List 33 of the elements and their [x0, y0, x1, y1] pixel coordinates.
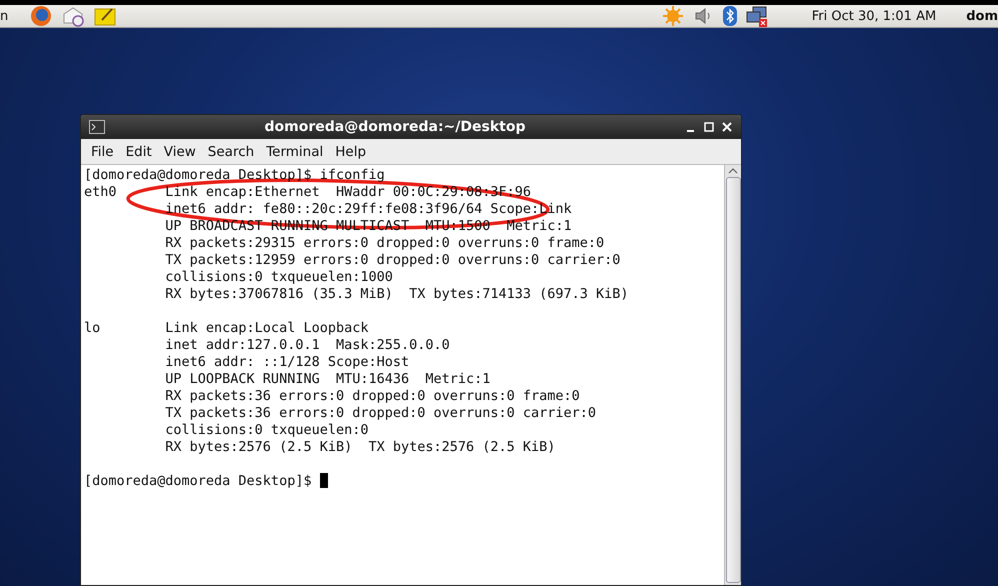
terminal-line: UP LOOPBACK RUNNING MTU:16436 Metric:1 — [164, 371, 492, 388]
menu-item[interactable]: Search — [202, 144, 260, 160]
terminal-line: inet addr:127.0.0.1 Mask:255.0.0.0 — [164, 337, 451, 354]
scrollbar[interactable] — [724, 165, 741, 585]
terminal-line: lo Link encap:Local Loopback — [84, 320, 370, 337]
terminal-line: RX packets:36 errors:0 dropped:0 overruns:0 frame:0 — [164, 388, 581, 405]
panel-menu-text[interactable]: n — [0, 8, 8, 24]
user-name-text[interactable]: dom — [966, 8, 998, 24]
scroll-up-icon[interactable] — [728, 167, 738, 175]
menu-item[interactable]: Terminal — [260, 144, 330, 160]
window-title: domoreda@domoreda:~/Desktop — [264, 119, 526, 135]
maximize-icon[interactable] — [703, 121, 715, 133]
menu-item[interactable]: Edit — [120, 144, 158, 160]
terminal-line: RX bytes:37067816 (35.3 MiB) TX bytes:714133 (697.3 KiB) — [164, 286, 630, 303]
terminal-line: [domoreda@domoreda Desktop]$ — [84, 473, 313, 489]
terminal-line: TX packets:12959 errors:0 dropped:0 overruns:0 carrier:0 — [164, 252, 622, 269]
terminal-line: inet6 addr: ::1/128 Scope:Host — [164, 354, 410, 371]
menu-item[interactable]: File — [85, 144, 120, 160]
terminal-line: TX packets:36 errors:0 dropped:0 overruns:0 carrier:0 — [164, 405, 598, 422]
clock-text[interactable]: Fri Oct 30, 1:01 AM — [812, 8, 936, 24]
browser-globe-icon[interactable] — [30, 5, 52, 27]
terminal-icon[interactable] — [89, 120, 105, 134]
menu-item[interactable]: View — [158, 144, 202, 160]
menu-item[interactable]: Help — [329, 144, 372, 160]
terminal-line: collisions:0 txqueuelen:1000 — [164, 269, 394, 286]
terminal-line: collisions:0 txqueuelen:0 — [164, 422, 370, 439]
close-icon[interactable] — [721, 121, 733, 133]
mail-clock-icon[interactable] — [62, 5, 84, 27]
network-computers-icon[interactable] — [746, 5, 768, 27]
terminal-line: RX packets:29315 errors:0 dropped:0 overruns:0 frame:0 — [164, 235, 606, 252]
terminal-line: RX bytes:2576 (2.5 KiB) TX bytes:2576 (2.5 KiB) — [164, 439, 556, 456]
bluetooth-icon[interactable] — [722, 5, 738, 27]
text-cursor — [320, 473, 328, 488]
